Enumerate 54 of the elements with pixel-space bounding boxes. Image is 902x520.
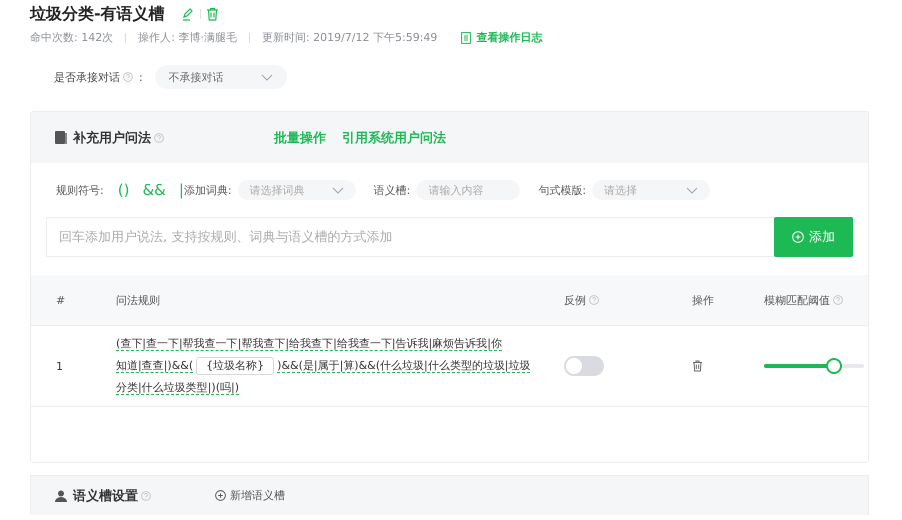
filter-label: 语义槽: bbox=[374, 182, 410, 198]
edit-icon[interactable] bbox=[180, 7, 195, 21]
meta-text: 操作人: 李博·满腿毛 bbox=[138, 30, 237, 45]
column-header: 模糊匹配阈值 bbox=[764, 292, 830, 308]
rule-text: 知道|查查|)&&( bbox=[116, 359, 194, 373]
help-icon bbox=[141, 490, 151, 500]
meta-text: 命中次数: 142次 bbox=[30, 30, 114, 45]
rule-text: 分类|什么垃圾类型|)(吗|) bbox=[116, 381, 239, 395]
dialog-select[interactable]: 不承接对话 bbox=[154, 65, 287, 89]
column-header: 反例 bbox=[564, 292, 586, 308]
page-title: 垃圾分类-有语义槽 bbox=[30, 4, 165, 24]
document-icon bbox=[461, 32, 472, 44]
action-link[interactable]: 批量操作 bbox=[274, 128, 326, 146]
view-log-link[interactable]: 查看操作日志 bbox=[461, 30, 542, 45]
template-select[interactable]: 请选择 bbox=[592, 180, 710, 200]
book-icon bbox=[55, 131, 67, 144]
help-icon bbox=[833, 295, 843, 305]
section-title: 语义槽设置 bbox=[73, 488, 138, 504]
row-index: 1 bbox=[56, 360, 63, 372]
rule-symbol[interactable]: () bbox=[118, 181, 130, 199]
help-icon bbox=[154, 132, 164, 142]
dialog-setting-label: 是否承接对话 bbox=[54, 70, 120, 84]
filter-label: 添加词典: bbox=[184, 182, 232, 198]
rule-text: )&&(是|属于|算)&&(什么垃圾|什么类型的垃圾|垃圾 bbox=[277, 359, 530, 373]
delete-icon[interactable] bbox=[206, 7, 219, 21]
add-button[interactable]: 添加 bbox=[774, 217, 853, 257]
meta-text: 更新时间: 2019/7/12 下午5:59:49 bbox=[262, 30, 438, 45]
help-icon bbox=[589, 295, 599, 305]
slider-thumb[interactable] bbox=[826, 358, 842, 374]
chevron-down-icon bbox=[686, 186, 698, 194]
rule-symbol[interactable]: | bbox=[178, 181, 184, 199]
section-title: 补充用户问法 bbox=[73, 130, 151, 146]
filter-label: 句式模版: bbox=[538, 182, 586, 198]
column-header: # bbox=[56, 294, 66, 306]
action-link[interactable]: 引用系统用户问法 bbox=[342, 128, 446, 146]
rule-text: (查下|查一下|帮我查一下|帮我查下|给我查下|给我查一下|告诉我|麻烦告诉我|你 bbox=[116, 337, 502, 351]
column-header: 问法规则 bbox=[116, 292, 160, 308]
toggle-switch[interactable] bbox=[564, 356, 604, 376]
add-slot-link[interactable]: 新增语义槽 bbox=[215, 488, 285, 503]
plus-circle-icon bbox=[215, 490, 226, 501]
person-icon bbox=[55, 490, 67, 502]
chevron-down-icon bbox=[332, 186, 344, 194]
dictionary-select[interactable]: 请选择词典 bbox=[238, 180, 356, 200]
column-header: 操作 bbox=[692, 292, 714, 308]
plus-circle-icon bbox=[792, 231, 804, 243]
phrase-input[interactable]: 回车添加用户说法, 支持按规则、词典与语义槽的方式添加 bbox=[46, 217, 774, 257]
rule-symbol[interactable]: && bbox=[142, 181, 166, 199]
chevron-down-icon bbox=[260, 74, 273, 80]
slot-input[interactable]: 请输入内容 bbox=[416, 180, 520, 200]
rule-symbols-label: 规则符号: bbox=[56, 182, 104, 198]
colon-text: : bbox=[139, 70, 143, 84]
help-icon bbox=[123, 72, 133, 82]
slot-tag: {垃圾名称} bbox=[196, 357, 274, 375]
delete-icon[interactable] bbox=[692, 360, 703, 372]
